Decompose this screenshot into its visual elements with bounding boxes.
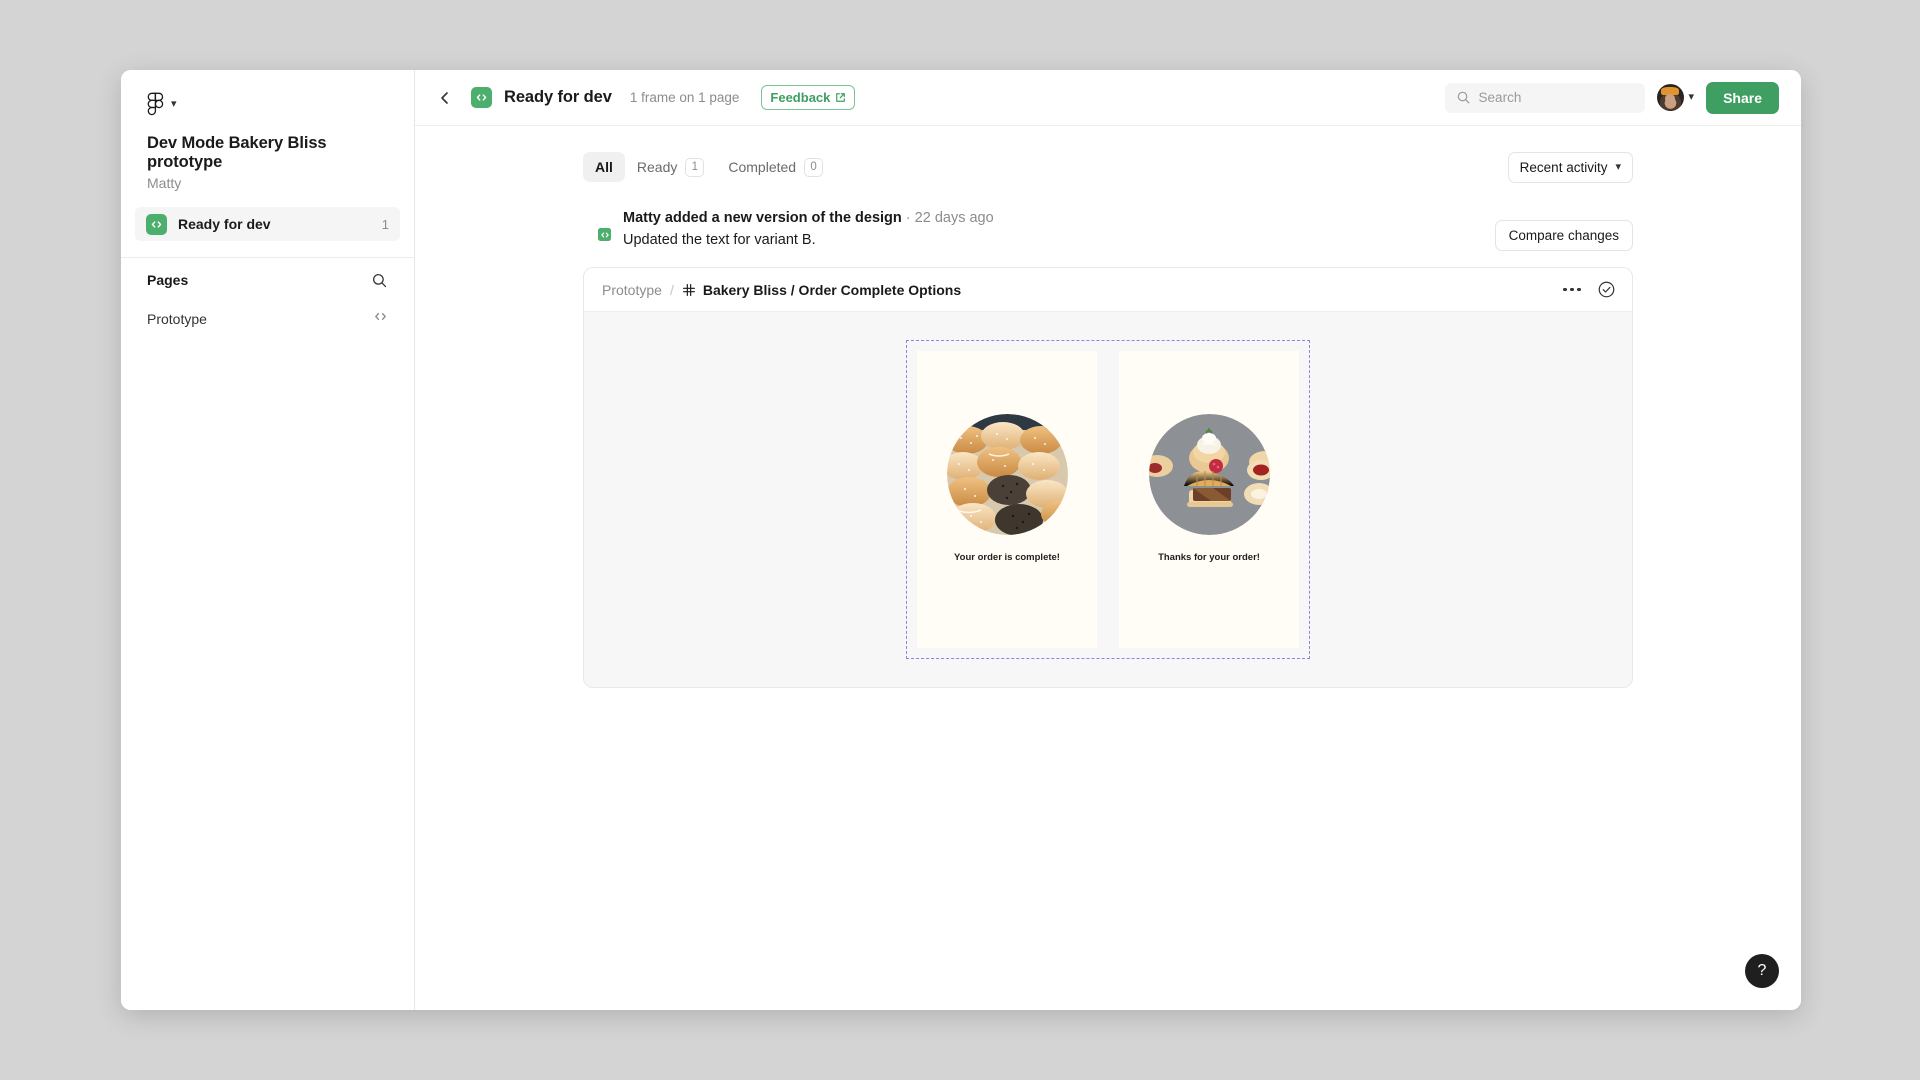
activity-timestamp: 22 days ago — [914, 210, 994, 226]
page-name: Prototype — [147, 311, 207, 327]
activity-separator: · — [901, 210, 915, 226]
frame-hash-icon — [682, 283, 696, 297]
card-header-actions — [1563, 280, 1616, 299]
main-area: Ready for dev 1 frame on 1 page Feedback — [415, 70, 1801, 1010]
sidebar-item-label: Ready for dev — [178, 216, 271, 232]
sidebar-item-ready-for-dev[interactable]: Ready for dev 1 — [135, 207, 400, 241]
sort-dropdown[interactable]: Recent activity ▾ — [1507, 151, 1633, 183]
frame-caption: Thanks for your order! — [1158, 552, 1260, 563]
activity-author-action: Matty added a new version of the design — [623, 210, 902, 226]
card-preview-body: Your order is complete! Thanks for your … — [584, 312, 1632, 687]
assorted-pastries-photo — [1148, 414, 1270, 535]
question-mark-icon: ? — [1757, 962, 1767, 979]
compare-changes-button[interactable]: Compare changes — [1494, 220, 1633, 251]
feedback-button[interactable]: Feedback — [761, 85, 856, 110]
pages-header: Pages — [121, 258, 414, 302]
frame-caption: Your order is complete! — [954, 552, 1060, 563]
check-circle-icon[interactable] — [1597, 280, 1616, 299]
content-inner: All Ready 1 Completed 0 Recent activity — [583, 126, 1633, 688]
frame-count-label: 1 frame on 1 page — [629, 90, 740, 105]
activity-text: Matty added a new version of the design … — [623, 210, 1495, 248]
design-preview-card: Prototype / Bakery Bliss / Order Complet… — [583, 267, 1633, 688]
search-input[interactable] — [1478, 90, 1634, 105]
back-button[interactable] — [431, 84, 459, 112]
search-box[interactable] — [1444, 82, 1645, 113]
page-title: Ready for dev — [504, 88, 612, 106]
sidebar-item-count: 1 — [381, 216, 389, 232]
breadcrumb-separator: / — [669, 281, 674, 298]
tab-ready[interactable]: Ready 1 — [625, 152, 716, 182]
sidebar-page-prototype[interactable]: Prototype — [121, 302, 414, 336]
design-frame-a[interactable]: Your order is complete! — [917, 351, 1097, 648]
sidebar: ▾ Dev Mode Bakery Bliss prototype Matty … — [121, 70, 415, 1010]
activity-description: Updated the text for variant B. — [623, 232, 816, 248]
external-link-icon — [835, 92, 846, 103]
tab-label: Completed — [728, 159, 797, 175]
card-header: Prototype / Bakery Bliss / Order Complet… — [584, 268, 1632, 312]
activity-headline: Matty added a new version of the design … — [623, 210, 1495, 226]
user-avatar-menu[interactable]: ▾ — [1656, 84, 1695, 111]
filter-tabs-row: All Ready 1 Completed 0 Recent activity — [583, 150, 1633, 184]
sort-label: Recent activity — [1519, 159, 1608, 175]
figma-dev-mode-window: ▾ Dev Mode Bakery Bliss prototype Matty … — [121, 70, 1801, 1010]
tab-label: Ready — [636, 159, 678, 175]
activity-entry: Matty added a new version of the design … — [583, 210, 1633, 251]
code-icon — [471, 87, 492, 108]
bread-rolls-photo — [946, 414, 1068, 535]
feedback-label: Feedback — [770, 90, 831, 105]
more-options-icon[interactable] — [1563, 287, 1581, 292]
pages-label: Pages — [147, 272, 189, 288]
top-toolbar: Ready for dev 1 frame on 1 page Feedback — [415, 70, 1801, 126]
search-icon — [1456, 90, 1471, 105]
share-button[interactable]: Share — [1706, 81, 1779, 114]
design-frame-b[interactable]: Thanks for your order! — [1119, 351, 1299, 648]
chevron-down-icon: ▾ — [1615, 160, 1621, 173]
code-icon — [596, 226, 613, 243]
code-icon — [373, 309, 388, 329]
desktop-background: ▾ Dev Mode Bakery Bliss prototype Matty … — [0, 0, 1920, 1080]
breadcrumb-current: Bakery Bliss / Order Complete Options — [702, 281, 962, 298]
tab-completed[interactable]: Completed 0 — [716, 152, 835, 182]
figma-logo-icon — [147, 92, 164, 116]
chevron-down-icon: ▾ — [1688, 91, 1695, 103]
tab-label: All — [595, 159, 613, 175]
frame-selection-outline: Your order is complete! Thanks for your … — [906, 340, 1310, 659]
breadcrumb-parent[interactable]: Prototype — [602, 282, 662, 298]
content-scroll-area: All Ready 1 Completed 0 Recent activity — [415, 126, 1801, 1010]
chevron-down-icon: ▾ — [171, 97, 177, 110]
avatar — [1656, 84, 1684, 111]
project-owner: Matty — [147, 175, 182, 191]
project-title: Dev Mode Bakery Bliss prototype — [147, 134, 327, 171]
tab-all[interactable]: All — [583, 152, 625, 182]
search-icon[interactable] — [371, 272, 388, 289]
sidebar-logo-row[interactable]: ▾ — [121, 70, 414, 116]
code-icon — [146, 213, 167, 235]
tab-count: 1 — [685, 157, 705, 177]
help-button[interactable]: ? — [1745, 954, 1779, 988]
tab-count: 0 — [804, 157, 824, 177]
